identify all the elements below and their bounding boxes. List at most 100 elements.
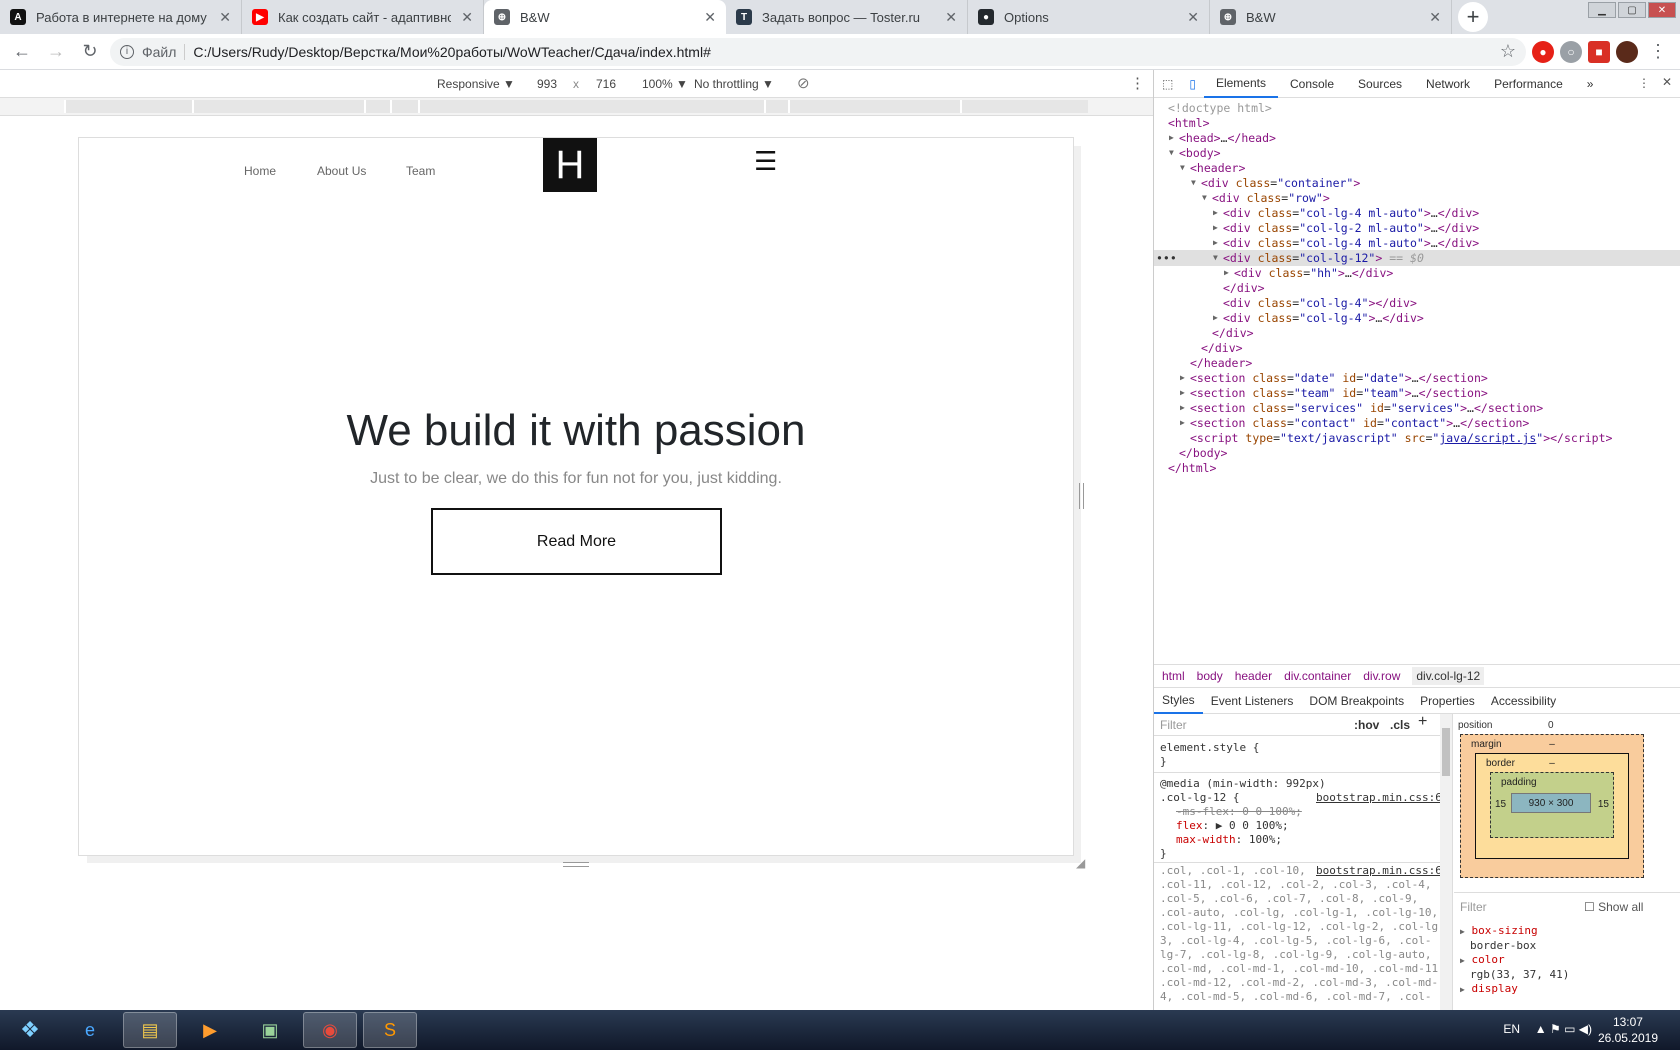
dom-node[interactable]: <section class="date" id="date">…</secti… [1190, 370, 1488, 386]
maximize-icon[interactable]: ▢ [1618, 2, 1646, 18]
collapse-arrow-icon[interactable]: ▼ [1191, 175, 1196, 191]
address-url[interactable]: C:/Users/Rudy/Desktop/Верстка/Мои%20рабо… [193, 44, 710, 60]
selector-line[interactable]: .col, .col-1, .col-10, [1160, 864, 1310, 878]
address-bar[interactable]: i Файл C:/Users/Rudy/Desktop/Верстка/Мои… [110, 37, 1526, 66]
browser-tab[interactable]: ⊕ B&W ✕ [1210, 0, 1452, 34]
styles-subtab[interactable]: Styles [1154, 688, 1203, 714]
dom-node[interactable]: <div class="col-lg-4 ml-auto">…</div> [1223, 235, 1479, 251]
dom-node[interactable]: <html> [1168, 115, 1210, 131]
new-style-rule-icon[interactable]: + [1418, 714, 1427, 730]
tab-close-icon[interactable]: ✕ [704, 9, 716, 26]
dom-node[interactable]: <section class="team" id="team">…</secti… [1190, 385, 1488, 401]
tab-close-icon[interactable]: ✕ [461, 9, 473, 26]
dom-node[interactable]: <div class="col-lg-4">…</div> [1223, 310, 1424, 326]
dom-node[interactable]: </body> [1179, 445, 1227, 461]
file-explorer-icon[interactable]: ▤ [123, 1012, 177, 1048]
hamburger-menu-icon[interactable]: ☰ [754, 146, 777, 177]
device-more-icon[interactable]: ⋮ [1130, 74, 1145, 92]
tray-icons[interactable]: ▲ ⚑ ▭ ◀) [1535, 1022, 1592, 1036]
selector-line[interactable]: .col-md, .col-md-1, .col-md-10, .col-md-… [1160, 962, 1445, 976]
device-mode-select[interactable]: Responsive ▼ [437, 77, 515, 91]
box-model-padding[interactable]: padding 15 15 930 × 300 [1490, 772, 1614, 838]
close-window-icon[interactable]: ✕ [1648, 2, 1676, 18]
expand-arrow-icon[interactable]: ▶ [1224, 265, 1229, 281]
computed-property[interactable]: ▶ box-sizing border-box [1460, 924, 1569, 953]
devtools-tab[interactable]: Elements [1203, 70, 1278, 98]
read-more-button[interactable]: Read More [431, 508, 722, 575]
tab-close-icon[interactable]: ✕ [945, 9, 957, 26]
expand-arrow-icon[interactable]: ▶ [1180, 415, 1185, 431]
back-icon[interactable]: ← [8, 38, 36, 66]
selector-line[interactable]: 3, .col-lg-4, .col-lg-5, .col-lg-6, .col… [1160, 934, 1445, 948]
computed-property[interactable]: ▶ display [1460, 982, 1569, 997]
expand-arrow-icon[interactable]: ▶ [1180, 370, 1185, 386]
breadcrumb-item[interactable]: html [1162, 669, 1185, 683]
devtools-tab[interactable]: Network [1414, 70, 1482, 98]
dom-node[interactable]: </div> [1201, 340, 1243, 356]
dom-node[interactable]: <head>…</head> [1179, 130, 1276, 146]
property-value[interactable]: ▶ 0 0 100%; [1216, 819, 1289, 832]
rule-selector[interactable]: .col-lg-12 { [1160, 791, 1239, 805]
dom-node[interactable]: </div> [1223, 280, 1265, 296]
box-model-content[interactable]: 930 × 300 [1511, 793, 1591, 813]
bookmark-star-icon[interactable]: ☆ [1500, 41, 1516, 62]
selector-line[interactable]: .col-lg-11, .col-lg-12, .col-lg-2, .col-… [1160, 920, 1445, 934]
dom-node[interactable]: <section class="contact" id="contact">…<… [1190, 415, 1529, 431]
dom-node[interactable]: <div class="col-lg-2 ml-auto">…</div> [1223, 220, 1479, 236]
internet-explorer-icon[interactable]: e [63, 1012, 117, 1048]
dom-node[interactable]: <script type="text/javascript" src="java… [1190, 430, 1612, 446]
viewport-bottom-resize-handle[interactable] [563, 862, 589, 867]
breadcrumb-item[interactable]: div.container [1284, 669, 1351, 683]
extension-icon[interactable]: ○ [1560, 40, 1582, 63]
box-model-border[interactable]: border – padding 15 15 930 × 300 [1475, 753, 1629, 859]
overridden-property[interactable]: -ms-flex: 0 0 100%; [1176, 805, 1302, 819]
tab-close-icon[interactable]: ✕ [1187, 9, 1199, 26]
dom-node[interactable]: <!doctype html> [1168, 100, 1272, 116]
minimize-icon[interactable]: ▁ [1588, 2, 1616, 18]
collapse-arrow-icon[interactable]: ▼ [1169, 145, 1174, 161]
dom-node[interactable]: </header> [1190, 355, 1252, 371]
selector-line[interactable]: .col-md-12, .col-md-2, .col-md-3, .col-m… [1160, 976, 1445, 990]
browser-tab[interactable]: ▶ Как создать сайт - адаптивное ✕ [242, 0, 484, 34]
styles-filter-input[interactable]: Filter [1160, 718, 1187, 732]
selector-line[interactable]: lg-7, .col-lg-8, .col-lg-9, .col-lg-auto… [1160, 948, 1445, 962]
show-all-checkbox[interactable]: ☐ Show all [1584, 900, 1643, 914]
dom-node[interactable]: <div class="container"> [1201, 175, 1360, 191]
selector-line[interactable]: .col-auto, .col-lg, .col-lg-1, .col-lg-1… [1160, 906, 1445, 920]
computed-property[interactable]: ▶ color rgb(33, 37, 41) [1460, 953, 1569, 982]
chrome-icon[interactable]: ◉ [303, 1012, 357, 1048]
property-name[interactable]: max-width [1176, 833, 1236, 846]
start-button-icon[interactable]: ❖ [3, 1012, 57, 1048]
rotate-icon[interactable]: ⊘ [797, 74, 810, 92]
tab-close-icon[interactable]: ✕ [1429, 9, 1441, 26]
sublime-text-icon[interactable]: S [363, 1012, 417, 1048]
expand-arrow-icon[interactable]: ▶ [1180, 385, 1185, 401]
expand-arrow-icon[interactable]: ▶ [1169, 130, 1174, 146]
styles-subtab[interactable]: Properties [1412, 688, 1483, 714]
terminal-icon[interactable]: ▣ [243, 1012, 297, 1048]
browser-tab[interactable]: ● Options ✕ [968, 0, 1210, 34]
dom-tree[interactable]: <!doctype html> <html> ▶ <head>…</head> ▼ <bo… [1154, 98, 1680, 628]
keyboard-language[interactable]: EN [1503, 1022, 1520, 1036]
throttling-select[interactable]: No throttling ▼ [694, 77, 774, 91]
browser-tab[interactable]: A Работа в интернете на дому он ✕ [0, 0, 242, 34]
device-toggle-icon[interactable]: ▯ [1181, 70, 1204, 98]
system-clock[interactable]: 13:07 26.05.2019 [1598, 1014, 1658, 1046]
hover-state-toggle[interactable]: :hov [1354, 718, 1379, 732]
device-height-input[interactable]: 716 [596, 77, 616, 91]
selector-line[interactable]: .col-11, .col-12, .col-2, .col-3, .col-4… [1160, 878, 1445, 892]
inspect-element-icon[interactable]: ⬚ [1154, 70, 1181, 98]
dom-node[interactable]: <body> [1179, 145, 1221, 161]
site-logo[interactable]: H [543, 138, 597, 192]
node-actions-icon[interactable]: ••• [1156, 250, 1177, 266]
devtools-tab[interactable]: Performance [1482, 70, 1575, 98]
devtools-close-icon[interactable]: ✕ [1662, 75, 1672, 89]
property-name[interactable]: flex [1176, 819, 1203, 832]
devtools-tab[interactable]: Sources [1346, 70, 1414, 98]
element-style-rule[interactable]: element.style { [1160, 741, 1259, 755]
collapse-arrow-icon[interactable]: ▼ [1180, 160, 1185, 176]
collapse-arrow-icon[interactable]: ▼ [1213, 250, 1218, 266]
media-query-bar[interactable] [0, 98, 1153, 116]
browser-tab[interactable]: T Задать вопрос — Toster.ru ✕ [726, 0, 968, 34]
dom-node[interactable]: <div class="col-lg-12"> == $0 [1223, 250, 1424, 266]
